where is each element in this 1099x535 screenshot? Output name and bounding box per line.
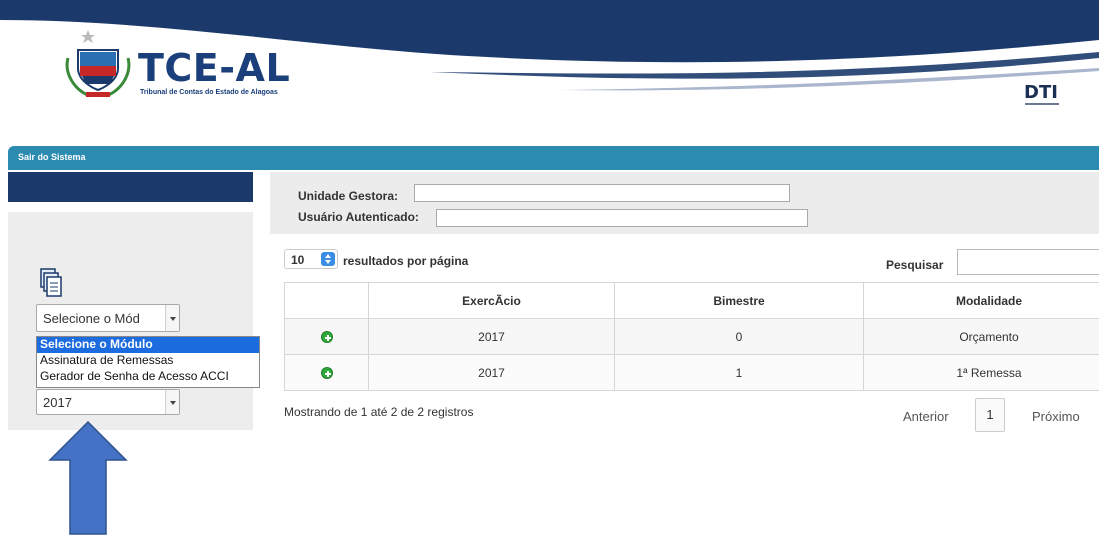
header: TCE-AL Tribunal de Contas do Estado de A… [0,0,1099,140]
page-length-label: resultados por página [343,254,469,268]
table-header-row: ExercÃcio Bimestre Modalidade [284,282,1099,319]
bimestre-cell: 1 [614,354,864,391]
column-header-action [284,282,369,319]
column-header-modalidade[interactable]: Modalidade [863,282,1099,319]
module-dropdown-list: Selecione o Módulo Assinatura de Remessa… [36,336,260,388]
unidade-gestora-label: Unidade Gestora: [298,189,399,203]
search-label: Pesquisar [886,258,944,272]
unidade-gestora-field[interactable] [414,184,790,202]
arrow-up-icon [48,420,128,535]
table-row: 2017 1 1ª Remessa [284,354,1099,391]
expand-plus-icon[interactable] [320,331,333,344]
page-length-select[interactable]: 10 [284,249,338,269]
exercicio-cell: 2017 [368,354,615,391]
column-header-exercicio[interactable]: ExercÃcio [368,282,615,319]
sidebar-header [8,172,253,202]
modalidade-cell: Orçamento [863,318,1099,355]
expand-plus-icon[interactable] [320,367,333,380]
year-select[interactable]: 2017 [36,389,180,415]
logo-subtitle: Tribunal de Contas do Estado de Alagoas [140,89,278,96]
tce-al-logo[interactable]: TCE-AL Tribunal de Contas do Estado de A… [60,28,300,108]
dropdown-option[interactable]: Selecione o Módulo [37,337,259,353]
dti-logo: DTI [1024,82,1058,103]
chevron-down-icon [165,390,179,414]
pagination-next[interactable]: Próximo [1032,409,1080,424]
logo-title: TCE-AL [138,46,291,90]
search-input[interactable] [957,249,1099,275]
pagination-previous[interactable]: Anterior [903,409,949,424]
dti-logo-underline [1025,103,1059,105]
module-select-value: Selecione o Mód [43,311,140,326]
exercicio-cell: 2017 [368,318,615,355]
records-table: ExercÃcio Bimestre Modalidade 2017 0 Orç… [284,282,1099,391]
documents-icon [40,268,62,297]
stepper-icon [321,252,335,266]
table-row: 2017 0 Orçamento [284,318,1099,355]
modalidade-cell: 1ª Remessa [863,354,1099,391]
bimestre-cell: 0 [614,318,864,355]
year-select-value: 2017 [43,395,72,410]
crest-icon [65,30,131,98]
usuario-autenticado-field[interactable] [436,209,808,227]
table-info-text: Mostrando de 1 até 2 de 2 registros [284,405,474,419]
logout-link[interactable]: Sair do Sistema [18,152,86,162]
pagination-current-page[interactable]: 1 [975,398,1005,432]
usuario-autenticado-label: Usuário Autenticado: [298,210,419,224]
column-header-bimestre[interactable]: Bimestre [614,282,864,319]
top-navbar: Sair do Sistema [8,146,1099,170]
page: TCE-AL Tribunal de Contas do Estado de A… [0,0,1099,535]
chevron-down-icon [165,305,179,331]
module-select[interactable]: Selecione o Mód [36,304,180,332]
dropdown-option[interactable]: Gerador de Senha de Acesso ACCI [37,369,259,385]
row-action-cell [284,318,369,355]
page-length-value: 10 [291,253,305,267]
row-action-cell [284,354,369,391]
dropdown-option[interactable]: Assinatura de Remessas [37,353,259,369]
